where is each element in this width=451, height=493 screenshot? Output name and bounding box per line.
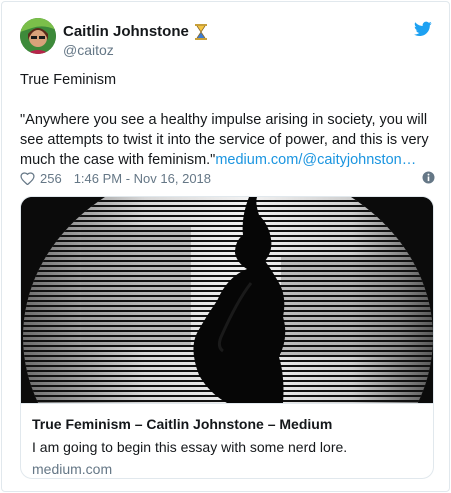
hourglass-icon bbox=[194, 23, 207, 40]
twitter-bird-icon[interactable] bbox=[414, 21, 432, 37]
tweet-link[interactable]: medium.com/@caityjohnston… bbox=[215, 152, 416, 168]
tweet-timestamp[interactable]: 1:46 PM - Nov 16, 2018 bbox=[74, 171, 211, 186]
tweet-text: True Feminism "Anywhere you see a health… bbox=[20, 70, 435, 170]
card-body[interactable]: True Feminism – Caitlin Johnstone – Medi… bbox=[21, 403, 433, 478]
card-title[interactable]: True Feminism – Caitlin Johnstone – Medi… bbox=[32, 416, 332, 432]
card-domain: medium.com bbox=[32, 461, 113, 477]
card-description: I am going to begin this essay with some… bbox=[32, 439, 348, 455]
link-preview-card[interactable]: True Feminism – Caitlin Johnstone – Medi… bbox=[20, 196, 434, 479]
card-image[interactable] bbox=[21, 197, 433, 403]
author-display-name[interactable]: Caitlin Johnstone bbox=[63, 23, 189, 40]
like-count[interactable]: 256 bbox=[40, 171, 62, 186]
tweet-title-line: True Feminism bbox=[20, 72, 117, 88]
tweet-quote: "Anywhere you see a healthy impulse aris… bbox=[20, 110, 435, 170]
author-name-row: Caitlin Johnstone bbox=[63, 23, 207, 40]
avatar[interactable] bbox=[20, 18, 56, 54]
heart-icon[interactable] bbox=[20, 171, 35, 186]
tweet-embed: Caitlin Johnstone @caitoz True Feminism … bbox=[1, 1, 450, 492]
info-icon[interactable] bbox=[422, 171, 435, 184]
tweet-meta: 256 1:46 PM - Nov 16, 2018 bbox=[20, 168, 435, 188]
author-handle[interactable]: @caitoz bbox=[63, 42, 114, 58]
